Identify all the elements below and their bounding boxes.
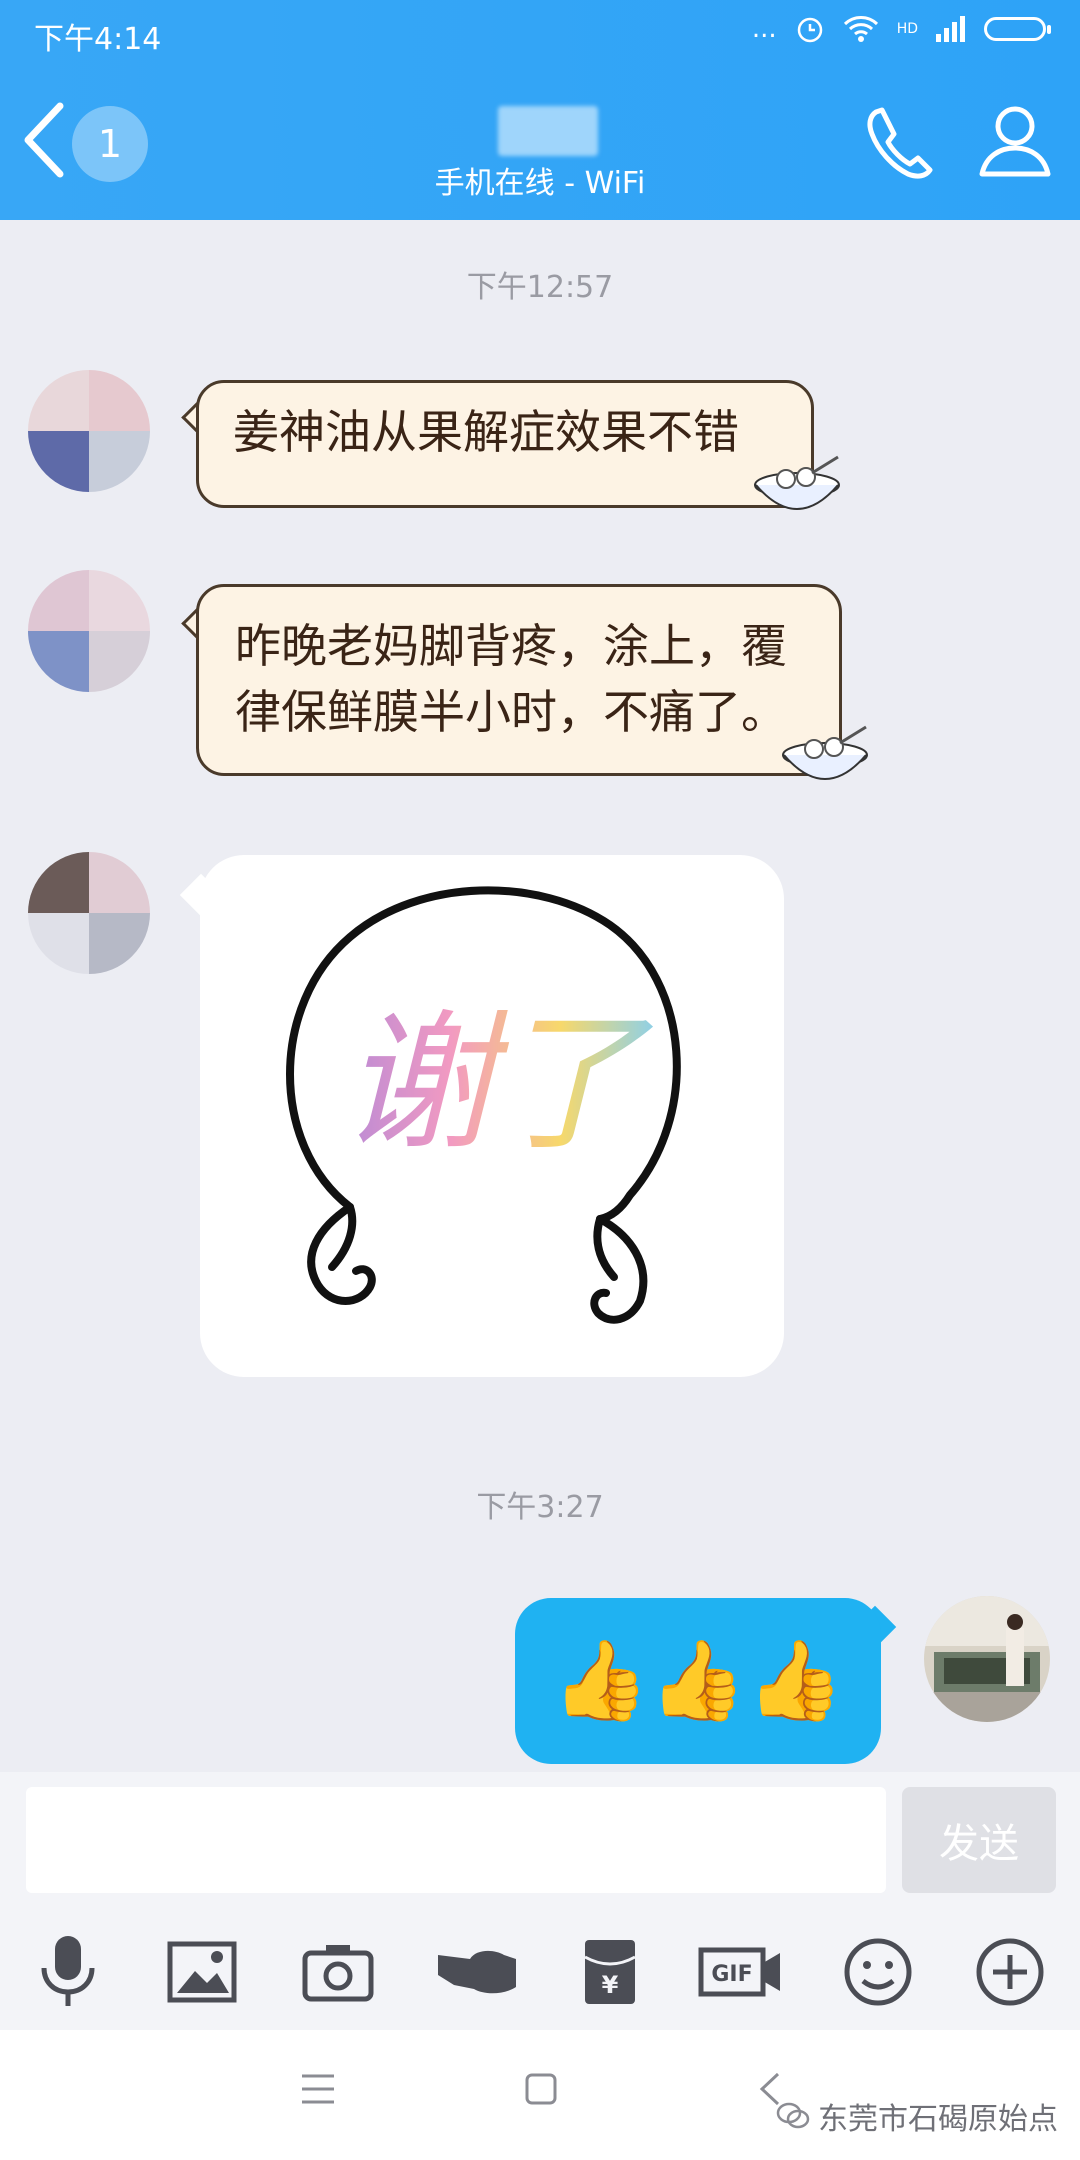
plus-icon[interactable] (970, 1932, 1050, 2012)
send-button[interactable]: 发送 (902, 1787, 1056, 1893)
contact-avatar[interactable] (28, 570, 150, 692)
home-icon[interactable] (524, 2072, 558, 2106)
red-packet-icon[interactable]: ¥ (570, 1932, 650, 2012)
watermark-text: 东莞市石碣原始点 (818, 2102, 1058, 2137)
contact-name-redacted (498, 106, 598, 156)
timestamp: 下午12:57 (466, 270, 614, 305)
yen-symbol: ¥ (602, 1971, 619, 1999)
more-dots-icon: ... (751, 14, 777, 44)
contact-avatar[interactable] (28, 852, 150, 974)
message-input[interactable] (26, 1787, 886, 1893)
message-text-line: 律保鲜膜半小时，不痛了。 (235, 685, 787, 739)
status-time: 下午4:14 (34, 22, 162, 57)
bowl-sticker-icon (754, 455, 840, 510)
menu-icon[interactable] (300, 2072, 336, 2106)
poke-gesture-icon[interactable] (432, 1932, 522, 2012)
emoji-icon[interactable] (838, 1932, 918, 2012)
profile-icon[interactable] (976, 102, 1054, 180)
battery-icon (984, 17, 1051, 41)
wifi-icon (843, 16, 878, 42)
watermark: 东莞市石碣原始点 (776, 2094, 1058, 2138)
signal-icon (936, 16, 965, 42)
image-icon[interactable] (162, 1932, 242, 2012)
outgoing-message-bubble[interactable]: 👍👍👍 (515, 1598, 881, 1764)
sticker-text: 谢了 (342, 997, 654, 1171)
gif-icon[interactable]: GIF (696, 1932, 786, 2012)
sticker-drawing: 谢了 (286, 886, 681, 1324)
wechat-logo-icon (776, 2102, 810, 2129)
bowl-sticker-icon (782, 725, 868, 780)
timestamp: 下午3:27 (476, 1490, 604, 1525)
incoming-message-bubble[interactable]: 昨晚老妈脚背疼，涂上，覆 律保鲜膜半小时，不痛了。 (196, 584, 842, 776)
status-icons: ... HD (751, 14, 1051, 44)
phone-call-icon[interactable] (862, 104, 940, 182)
alarm-icon (797, 17, 822, 43)
contact-avatar[interactable] (28, 370, 150, 492)
my-avatar[interactable] (924, 1596, 1050, 1722)
message-text: 姜神油从果解症效果不错 (233, 405, 739, 459)
hd-label: HD (896, 21, 918, 37)
gif-label: GIF (711, 1962, 752, 1987)
camera-icon[interactable] (298, 1932, 378, 2012)
message-text-line: 昨晚老妈脚背疼，涂上，覆 (235, 619, 787, 673)
thumbs-up-emoji: 👍👍👍 (552, 1635, 844, 1726)
thanks-sticker[interactable]: 谢了 (200, 855, 784, 1377)
incoming-message-bubble[interactable]: 姜神油从果解症效果不错 (196, 380, 814, 508)
voice-icon[interactable] (28, 1932, 108, 2012)
